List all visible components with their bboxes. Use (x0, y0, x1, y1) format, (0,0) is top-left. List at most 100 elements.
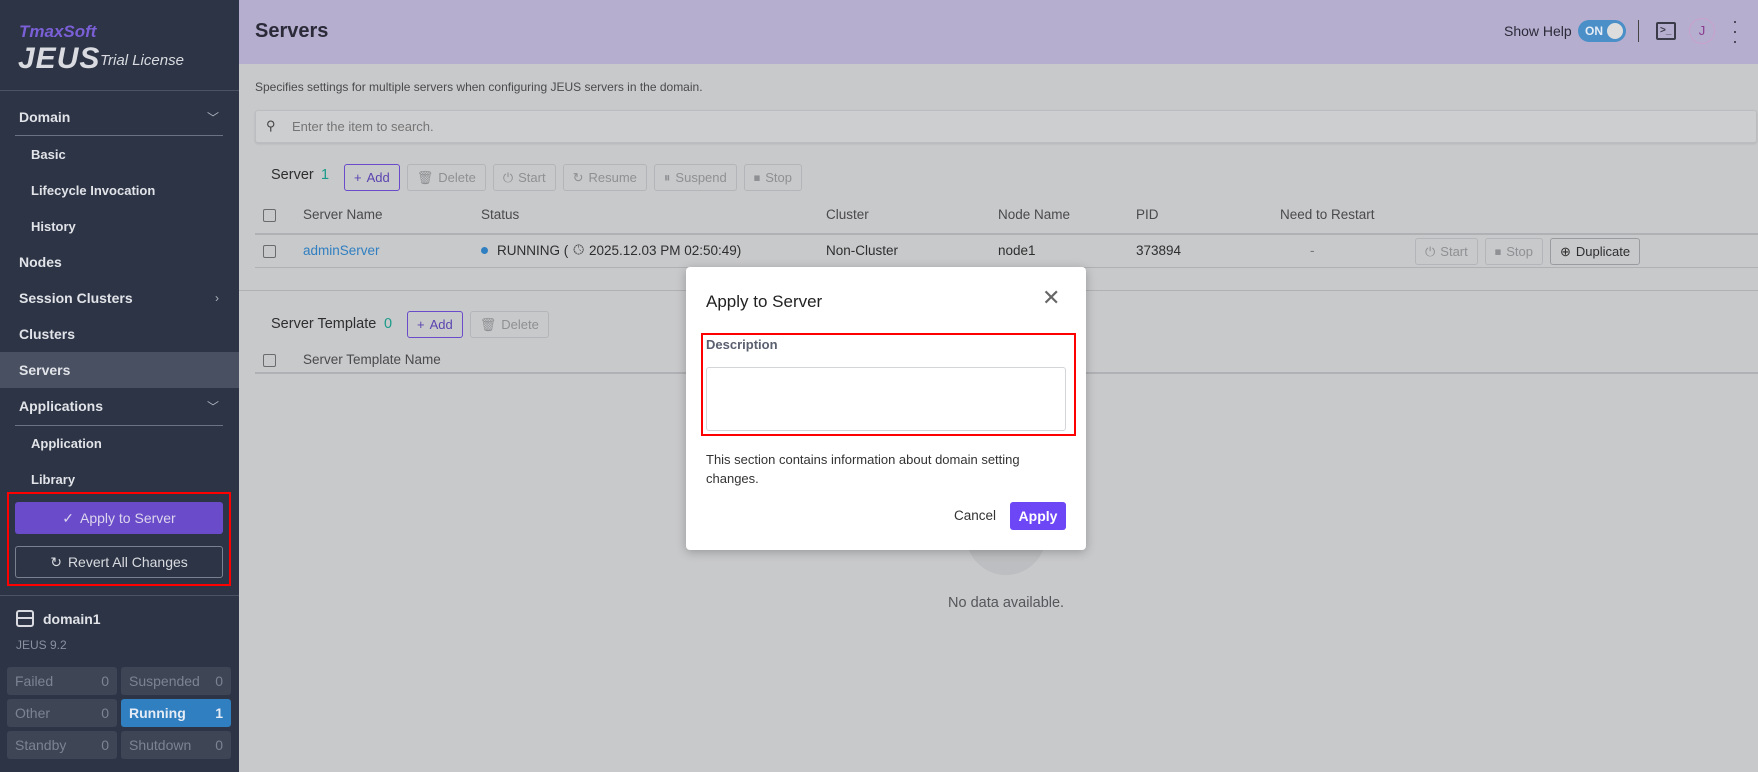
chevron-right-icon: › (215, 291, 219, 305)
label: Session Clusters (19, 290, 133, 306)
divider (0, 595, 239, 596)
divider (255, 233, 1758, 235)
status-dot (481, 246, 488, 254)
label: Revert All Changes (67, 554, 188, 570)
row-start-button[interactable]: ⏻ Start (1415, 238, 1478, 265)
page-description: Specifies settings for multiple servers … (255, 80, 703, 94)
col-cluster[interactable]: Cluster (826, 207, 869, 222)
col-need-restart[interactable]: Need to Restart (1280, 207, 1375, 222)
plus-icon: + (417, 317, 425, 332)
sidebar-item-session-clusters[interactable]: Session Clusters › (0, 280, 239, 316)
sidebar-item-clusters[interactable]: Clusters (0, 316, 239, 352)
search-bar[interactable]: ⚲ (255, 110, 1757, 143)
logo-product: JEUS (18, 42, 101, 75)
row-checkbox[interactable] (263, 245, 276, 258)
header: Servers Show Help ON >_ J · · · (239, 0, 1758, 64)
trash-icon: 🗑︎ (416, 169, 434, 185)
stat-running[interactable]: Running 1 (121, 699, 231, 727)
server-section-title: Server (271, 167, 314, 183)
sidebar-item-domain[interactable]: Domain ﹀ (0, 99, 239, 135)
col-pid[interactable]: PID (1136, 207, 1159, 222)
stat-failed[interactable]: Failed 0 (7, 667, 117, 695)
apply-to-server-button[interactable]: ✓ Apply to Server (15, 502, 223, 534)
label: Applications (19, 398, 104, 414)
logo-brand: TmaxSoft (19, 22, 97, 41)
revert-all-changes-button[interactable]: ↻ Revert All Changes (15, 546, 223, 578)
col-status[interactable]: Status (481, 207, 519, 222)
cancel-button[interactable]: Cancel (954, 508, 996, 523)
trash-icon: 🗑︎ (479, 316, 497, 332)
empty-message: No data available. (948, 595, 1065, 611)
start-server-button[interactable]: ⏻ Start (492, 164, 556, 191)
select-all-checkbox[interactable] (263, 209, 276, 222)
dialog-title: Apply to Server (706, 292, 823, 311)
sidebar-item-basic[interactable]: Basic (0, 136, 239, 172)
sidebar-item-applications[interactable]: Applications ﹀ (0, 388, 239, 424)
col-template-name[interactable]: Server Template Name (303, 352, 441, 367)
server-name-link[interactable]: adminServer (303, 243, 380, 258)
template-toolbar: + Add 🗑︎ Delete (407, 311, 549, 338)
pid-cell: 373894 (1136, 243, 1182, 258)
label: Domain (19, 109, 71, 125)
description-textarea[interactable] (706, 367, 1066, 431)
resume-icon: ↻ (572, 169, 584, 185)
domain-name: domain1 (43, 611, 101, 627)
divider (0, 90, 239, 91)
sidebar: TmaxSoft JEUS Trial License Domain ﹀ Basi… (0, 0, 239, 772)
status-grid: Failed 0 Suspended 0 Other 0 Running 1 Stand… (7, 667, 231, 759)
duplicate-button[interactable]: ⊕ Duplicate (1550, 238, 1641, 265)
node-cell: node1 (998, 243, 1036, 258)
template-count: 0 (384, 316, 393, 332)
stop-icon: ⏹︎ (753, 169, 761, 185)
search-input[interactable] (292, 116, 1692, 136)
power-icon: ⏻ (502, 169, 514, 185)
sidebar-item-lifecycle[interactable]: Lifecycle Invocation (0, 172, 239, 208)
stat-standby[interactable]: Standby 0 (7, 731, 117, 759)
apply-button[interactable]: Apply (1010, 502, 1066, 530)
server-count: 1 (321, 167, 330, 183)
more-icon[interactable]: · · · (1731, 12, 1739, 50)
restart-cell: - (1310, 243, 1315, 258)
chevron-down-icon: ﹀ (206, 110, 219, 125)
add-server-button[interactable]: + Add (344, 164, 400, 191)
apply-dialog: Apply to Server ✕ Description This secti… (686, 267, 1086, 550)
delete-server-button[interactable]: 🗑︎ Delete (406, 164, 486, 191)
col-node-name[interactable]: Node Name (998, 207, 1070, 222)
license-label: Trial License (100, 52, 184, 69)
stat-other[interactable]: Other 0 (7, 699, 117, 727)
stat-shutdown[interactable]: Shutdown 0 (121, 731, 231, 759)
stop-server-button[interactable]: ⏹︎ Stop (743, 164, 802, 191)
suspend-server-button[interactable]: ⏸︎ Suspend (653, 164, 737, 191)
terminal-icon[interactable]: >_ (1656, 22, 1676, 40)
version: JEUS 9.2 (16, 638, 67, 652)
sidebar-item-history[interactable]: History (0, 208, 239, 244)
resume-server-button[interactable]: ↻ Resume (562, 164, 647, 191)
delete-template-button[interactable]: 🗑︎ Delete (469, 311, 549, 338)
status-cell: RUNNING (🕓︎ 2025.12.03 PM 02:50:49) (481, 242, 741, 258)
label: Apply to Server (80, 510, 176, 526)
cluster-cell: Non-Cluster (826, 243, 899, 258)
sidebar-item-servers[interactable]: Servers (0, 352, 239, 388)
add-template-button[interactable]: + Add (407, 311, 463, 338)
show-help-label: Show Help (1504, 23, 1572, 39)
stat-suspended[interactable]: Suspended 0 (121, 667, 231, 695)
power-icon: ⏻ (1425, 243, 1436, 259)
page-title: Servers (255, 20, 329, 42)
show-help-toggle[interactable]: ON (1578, 20, 1626, 42)
col-server-name[interactable]: Server Name (303, 207, 383, 222)
duplicate-icon: ⊕ (1560, 243, 1571, 259)
pause-icon: ⏸︎ (663, 169, 671, 185)
search-icon: ⚲ (266, 118, 276, 133)
plus-icon: + (354, 170, 362, 185)
refresh-icon: ↻ (50, 553, 62, 570)
row-stop-button[interactable]: ⏹︎ Stop (1484, 238, 1544, 265)
sidebar-item-application[interactable]: Application (0, 425, 239, 461)
close-icon[interactable]: ✕ (1042, 285, 1060, 311)
avatar[interactable]: J (1689, 18, 1715, 44)
row-actions: ⏻ Start ⏹︎ Stop ⊕ Duplicate (1415, 238, 1641, 265)
check-icon: ✓ (62, 509, 74, 526)
template-section-title: Server Template (271, 316, 377, 332)
template-select-all-checkbox[interactable] (263, 354, 276, 367)
sidebar-item-nodes[interactable]: Nodes (0, 244, 239, 280)
description-label: Description (706, 337, 778, 352)
